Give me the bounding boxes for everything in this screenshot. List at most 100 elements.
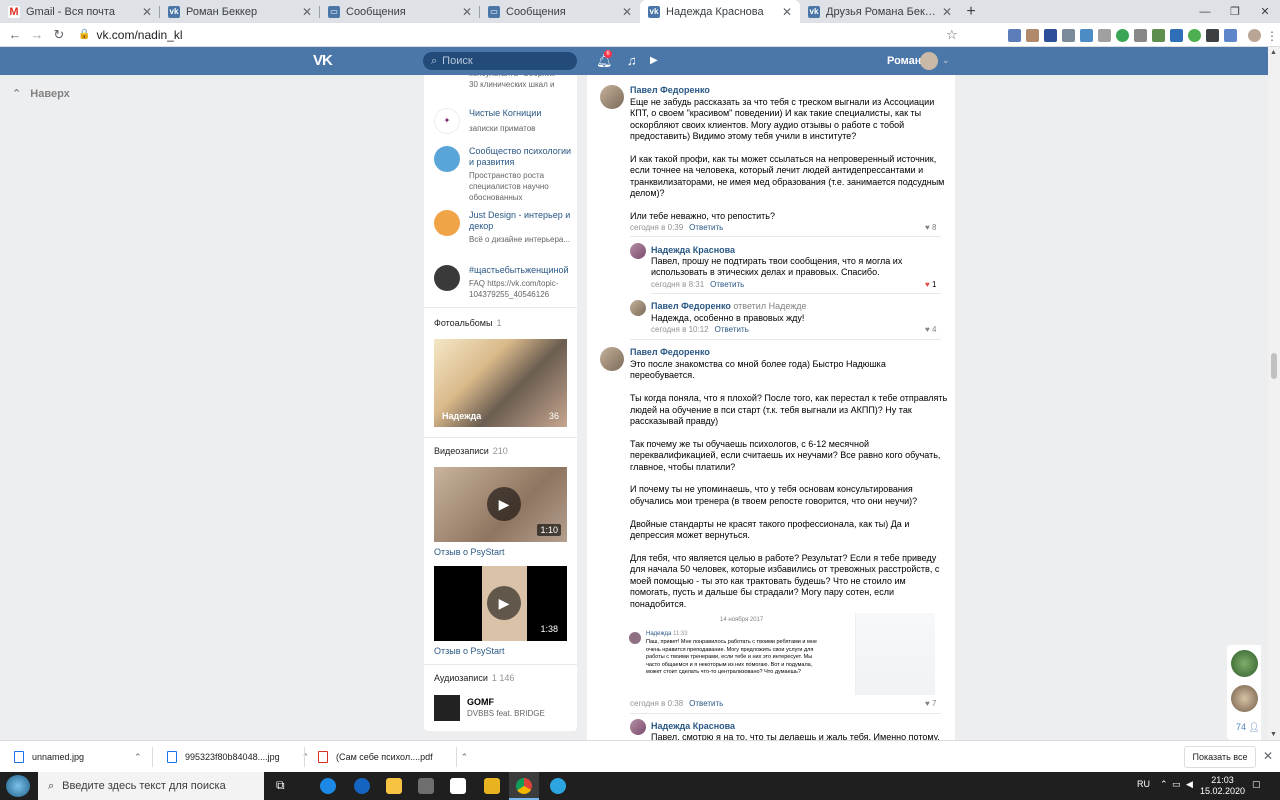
extension-icon[interactable]: [1008, 28, 1021, 42]
browser-tab-messages-2[interactable]: ▭ Сообщения ✕: [480, 0, 640, 23]
download-item[interactable]: unnamed.jpg ⌃: [0, 741, 142, 773]
vk-user-name[interactable]: Роман: [887, 55, 921, 67]
comment-author[interactable]: Надежда Краснова: [651, 721, 735, 731]
avatar[interactable]: [630, 243, 646, 259]
comment-time[interactable]: сегодня в 0:39: [630, 223, 683, 232]
like-button[interactable]: ♥ 1: [925, 280, 936, 289]
notifications-icon[interactable]: ▢: [1252, 779, 1261, 790]
extension-icon[interactable]: [1098, 28, 1111, 42]
avatar[interactable]: [1231, 685, 1258, 712]
comment-time[interactable]: сегодня в 0:38: [630, 699, 683, 708]
videos-header[interactable]: Видеозаписи 210: [434, 446, 508, 456]
download-item[interactable]: (Сам себе психол....pdf ⌃: [304, 741, 468, 773]
music-icon[interactable]: ♫: [627, 53, 637, 68]
chevron-down-icon[interactable]: ⌄: [942, 55, 950, 66]
store-icon[interactable]: [418, 778, 434, 794]
chrome-icon[interactable]: [516, 778, 532, 794]
app-icon[interactable]: [484, 778, 500, 794]
extension-icon[interactable]: [1224, 28, 1237, 42]
scrollbar-thumb[interactable]: [1271, 353, 1277, 379]
extension-icon[interactable]: [1026, 28, 1039, 42]
extension-icon[interactable]: [1188, 28, 1201, 42]
bookmark-star-icon[interactable]: ☆: [946, 27, 958, 43]
reload-icon[interactable]: ↻: [48, 27, 70, 43]
close-icon[interactable]: ✕: [1263, 749, 1273, 763]
reply-link[interactable]: Ответить: [710, 280, 744, 289]
browser-tab-friends[interactable]: vk Друзья Романа Беккера – 3 019 ✕: [800, 0, 960, 23]
like-button[interactable]: ♥ 4: [925, 325, 936, 334]
close-window-icon[interactable]: ✕: [1250, 0, 1280, 23]
extension-icon[interactable]: [1206, 28, 1219, 42]
download-item[interactable]: 995323f80b84048....jpg ⌃: [153, 741, 309, 773]
close-icon[interactable]: ✕: [942, 5, 952, 19]
close-icon[interactable]: ✕: [462, 5, 472, 19]
restore-icon[interactable]: ❐: [1220, 0, 1250, 23]
group-name[interactable]: Just Design - интерьер и декор: [469, 210, 577, 232]
network-icon[interactable]: ▭: [1172, 779, 1181, 790]
avatar[interactable]: [920, 52, 938, 70]
new-tab-button[interactable]: +: [960, 0, 982, 23]
avatar[interactable]: [630, 300, 646, 316]
video-thumbnail[interactable]: ▶ 1:10: [434, 467, 567, 542]
language-indicator[interactable]: RU: [1137, 779, 1150, 789]
avatar[interactable]: [600, 347, 624, 371]
scroll-down-icon[interactable]: ▼: [1270, 731, 1277, 738]
comment-author[interactable]: Павел Федоренко ответил Надежде: [651, 301, 807, 311]
show-all-downloads-button[interactable]: Показать все: [1184, 746, 1256, 768]
comment-author[interactable]: Павел Федоренко: [630, 347, 710, 357]
close-icon[interactable]: ✕: [782, 5, 792, 19]
start-button[interactable]: [6, 775, 30, 797]
reply-link[interactable]: Ответить: [715, 325, 749, 334]
forward-icon[interactable]: →: [26, 27, 48, 42]
video-thumbnail[interactable]: ▶ 1:38: [434, 566, 567, 641]
browser-tab-messages[interactable]: ▭ Сообщения ✕: [320, 0, 480, 23]
chevron-up-icon[interactable]: ⌃: [461, 752, 469, 763]
mail-icon[interactable]: [450, 778, 466, 794]
close-icon[interactable]: ✕: [142, 5, 152, 19]
vk-logo[interactable]: VK: [313, 52, 333, 69]
scroll-up-icon[interactable]: ▲: [1270, 49, 1277, 56]
close-icon[interactable]: ✕: [622, 5, 632, 19]
edge-icon[interactable]: [320, 778, 336, 794]
video-icon[interactable]: ▶: [650, 55, 658, 66]
url-field[interactable]: 🔒 vk.com/nadin_kl: [78, 28, 183, 42]
page-scrollbar[interactable]: ▲ ▼: [1268, 47, 1280, 740]
like-button[interactable]: ♥ 7: [925, 699, 936, 708]
audio-header[interactable]: Аудиозаписи 1 146: [434, 673, 514, 683]
photo-albums-header[interactable]: Фотоальбомы 1: [434, 318, 501, 328]
avatar[interactable]: [630, 719, 646, 735]
reply-link[interactable]: Ответить: [689, 699, 723, 708]
avatar[interactable]: [600, 85, 624, 109]
photo-album-thumbnail[interactable]: Надежда 36: [434, 339, 567, 427]
back-icon[interactable]: ←: [4, 27, 26, 42]
chevron-up-icon[interactable]: ⌃: [134, 752, 142, 763]
extension-icon[interactable]: [1062, 28, 1075, 42]
extension-icon[interactable]: [1134, 28, 1147, 42]
extension-icon[interactable]: [1116, 28, 1129, 42]
extension-icon[interactable]: [1080, 28, 1093, 42]
profile-avatar[interactable]: [1248, 28, 1261, 42]
taskbar-clock[interactable]: 21:03 15.02.2020: [1200, 775, 1245, 797]
comment-attachment-image[interactable]: 14 ноября 2017 Надежда 11:33 Паш, привет…: [625, 610, 938, 698]
browser-tab-active[interactable]: vk Надежда Краснова ✕: [640, 0, 800, 23]
video-title[interactable]: Отзыв о PsyStart: [434, 547, 505, 557]
comment-author[interactable]: Надежда Краснова: [651, 245, 735, 255]
video-title[interactable]: Отзыв о PsyStart: [434, 646, 505, 656]
group-name[interactable]: Сообщество психологии и развития: [469, 146, 577, 168]
comment-time[interactable]: сегодня в 8:31: [651, 280, 704, 289]
browser-tab-gmail[interactable]: M Gmail - Вся почта ✕: [0, 0, 160, 23]
minimize-icon[interactable]: —: [1190, 0, 1220, 23]
volume-icon[interactable]: ◀: [1186, 779, 1193, 790]
online-count[interactable]: 74 👤︎: [1236, 722, 1260, 733]
group-name[interactable]: Чистые Когниции: [469, 108, 577, 119]
chevron-up-icon[interactable]: ⌃: [1160, 779, 1168, 790]
menu-dots-icon[interactable]: ⋮: [1266, 29, 1278, 43]
close-icon[interactable]: ✕: [302, 5, 312, 19]
browser-tab-profile[interactable]: vk Роман Беккер ✕: [160, 0, 320, 23]
vk-search-input[interactable]: ⌕ Поиск: [423, 52, 577, 70]
group-name[interactable]: #щастьебытьженщиной: [469, 265, 577, 276]
taskbar-search-input[interactable]: ⌕ Введите здесь текст для поиска: [38, 772, 264, 800]
like-button[interactable]: ♥ 8: [925, 223, 936, 232]
task-view-icon[interactable]: ⧉: [276, 778, 292, 794]
reply-link[interactable]: Ответить: [689, 223, 723, 232]
